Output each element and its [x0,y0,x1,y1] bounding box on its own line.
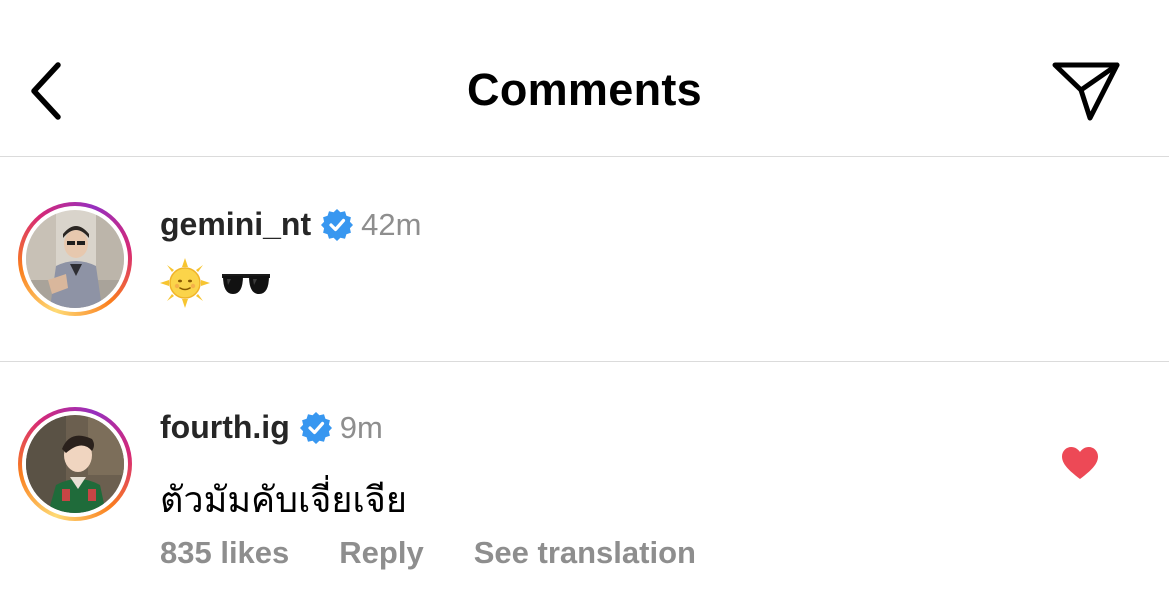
sunglasses-emoji-icon [222,274,270,294]
comment-meta: gemini_nt 42m [160,206,421,243]
header-bar: Comments [0,0,1169,157]
avatar[interactable] [18,407,132,521]
comment-actions: 835 likes Reply See translation [160,535,696,571]
comment-item: gemini_nt 42m [0,158,1169,362]
like-button[interactable] [1058,443,1102,483]
heart-icon [1062,447,1098,479]
username-link[interactable]: fourth.ig [160,409,290,446]
comment-meta: fourth.ig 9m [160,409,383,446]
page-title: Comments [467,64,702,115]
comment-timestamp: 42m [361,206,422,242]
comment-timestamp: 9m [339,409,383,445]
verified-badge-icon [299,411,332,444]
verified-badge-icon [321,208,354,241]
reply-button[interactable]: Reply [339,535,423,571]
comment-item: fourth.ig 9m ตัวมัมคับเจี่ยเจีย 835 like… [0,363,1169,611]
avatar[interactable] [18,202,132,316]
profile-photo [26,210,124,308]
share-button[interactable] [1046,56,1126,126]
username-link[interactable]: gemini_nt [160,206,311,243]
comment-text [160,258,272,308]
send-icon [1052,62,1120,121]
see-translation-button[interactable]: See translation [474,535,696,571]
profile-photo [26,415,124,513]
comment-text: ตัวมัมคับเจี่ยเจีย [160,480,407,521]
likes-count-link[interactable]: 835 likes [160,535,289,571]
sun-with-face-emoji-icon [160,258,210,308]
